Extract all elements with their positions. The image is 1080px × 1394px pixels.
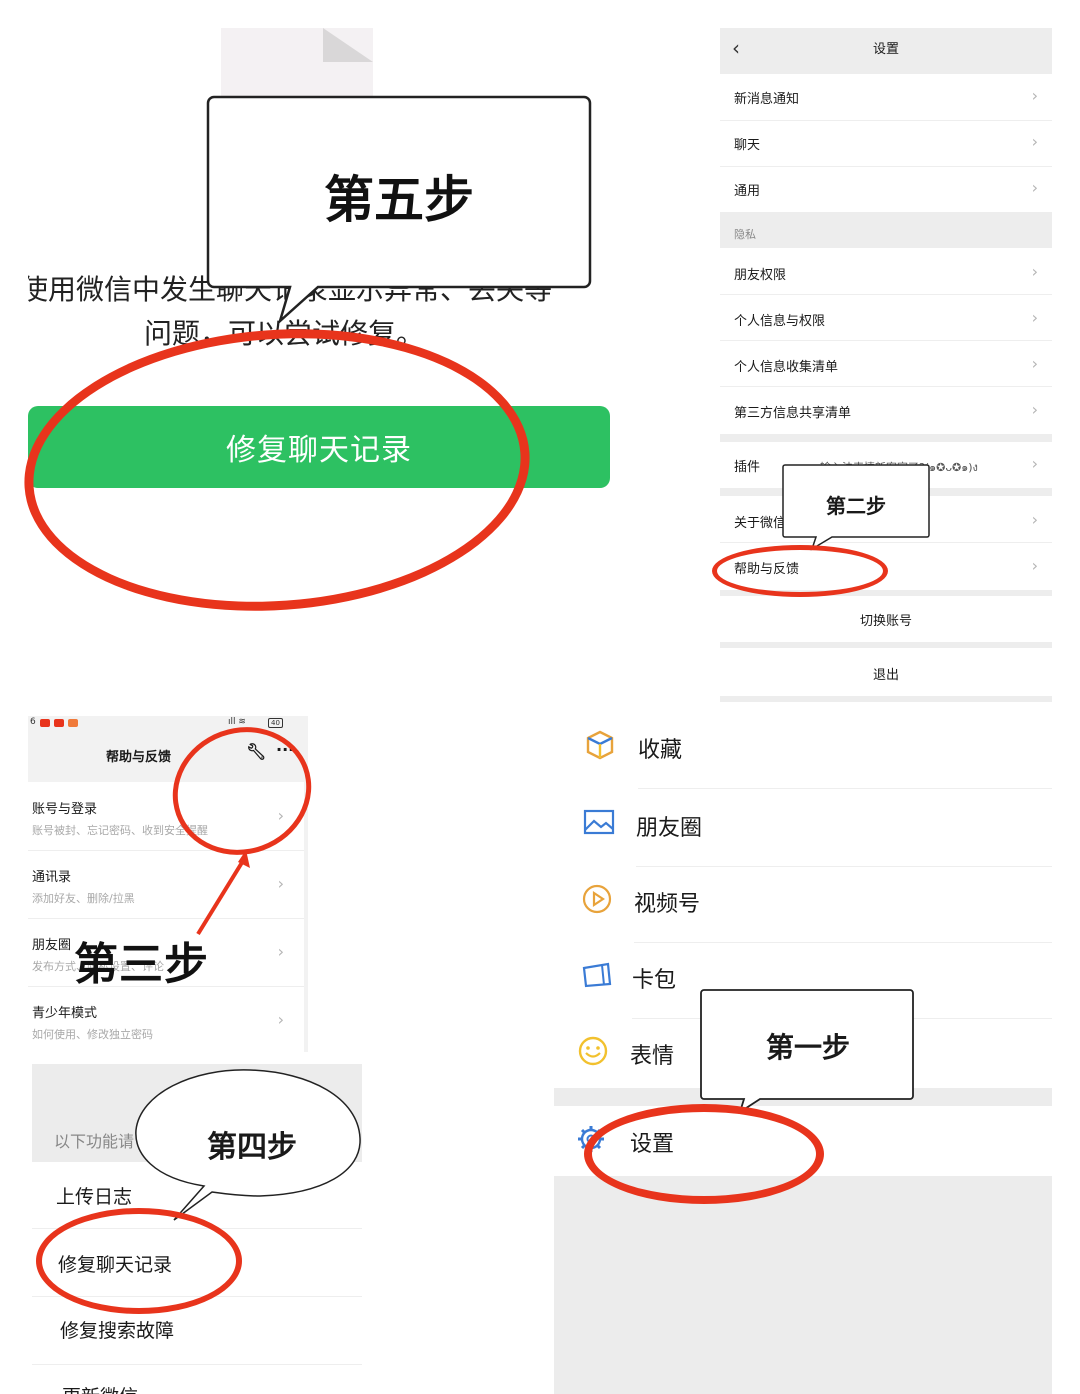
menu-moments[interactable]: 朋友圈 <box>548 790 1052 867</box>
empty-area <box>554 1176 1052 1394</box>
card-wallet-icon <box>582 962 612 988</box>
cube-icon <box>586 730 614 760</box>
menu-label: 卡包 <box>632 968 677 993</box>
step-three-label: 第三步 <box>74 939 209 990</box>
smile-icon <box>578 1036 608 1066</box>
menu-label: 朋友圈 <box>636 816 703 841</box>
play-circle-icon <box>582 884 612 914</box>
tool-label: 修复搜索故障 <box>60 1320 175 1342</box>
step-four-highlight <box>36 1208 242 1314</box>
tool-label: 上传日志 <box>56 1186 133 1208</box>
tool-label: 更新微信 <box>62 1382 138 1394</box>
menu-favorites[interactable]: 收藏 <box>548 706 1052 789</box>
image-icon <box>583 809 615 835</box>
menu-channels[interactable]: 视频号 <box>548 866 1052 943</box>
tools-section-label: 以下功能请 <box>54 1132 135 1151</box>
tool-fix-search[interactable]: 修复搜索故障 <box>32 1296 362 1365</box>
step-one-label: 第一步 <box>765 1031 850 1064</box>
tool-update-wechat[interactable]: 更新微信 <box>32 1364 362 1394</box>
step-four-label: 第四步 <box>207 1130 297 1165</box>
menu-label: 视频号 <box>634 892 701 917</box>
menu-label: 表情 <box>630 1044 675 1069</box>
menu-label: 收藏 <box>638 738 683 763</box>
step-one-highlight <box>584 1104 824 1204</box>
